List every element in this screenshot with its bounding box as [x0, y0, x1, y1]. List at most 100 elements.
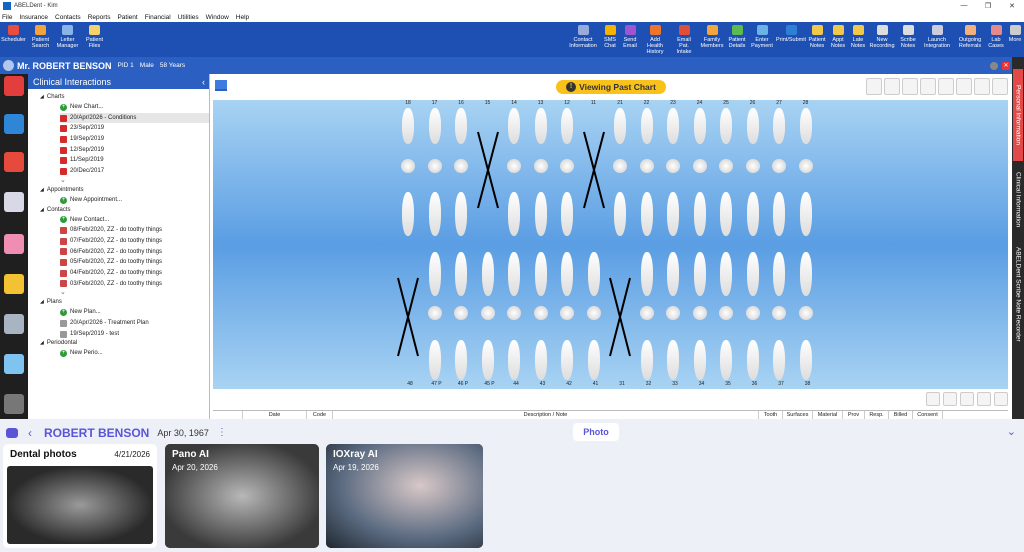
grid-col-resp[interactable]: Resp.	[865, 411, 889, 419]
expand-arrow-icon[interactable]: ◢	[40, 187, 44, 193]
lower-tooth-root[interactable]	[720, 252, 732, 296]
lower-tooth-crown[interactable]	[508, 340, 520, 380]
upper-tooth-crown[interactable]	[508, 108, 520, 144]
print-grid-icon[interactable]	[994, 392, 1008, 406]
grid-col-tooth[interactable]: Tooth	[759, 411, 783, 419]
lower-tooth-crown[interactable]	[428, 340, 441, 380]
lower-tooth-crown[interactable]	[693, 340, 706, 380]
lower-tooth-root[interactable]	[693, 252, 706, 296]
tree-item[interactable]: 23/Sep/2019	[60, 123, 209, 134]
upper-tooth-occlusal[interactable]	[427, 159, 442, 173]
upper-tooth-occlusal[interactable]	[613, 159, 627, 173]
upper-tooth-root[interactable]	[455, 192, 467, 236]
menu-help[interactable]: Help	[236, 14, 249, 21]
upper-tooth-crown[interactable]	[773, 108, 785, 144]
toolbar-print-submit-button[interactable]: Print/Submit	[776, 22, 806, 57]
lower-tooth-root[interactable]	[640, 252, 653, 296]
lower-tooth-occlusal[interactable]	[639, 306, 654, 320]
chart-mode-icon[interactable]	[215, 80, 227, 91]
tab-scribe-note-recorder[interactable]: ABELDent Scribe Note Recorder	[1013, 239, 1023, 349]
lower-tooth-occlusal[interactable]	[533, 306, 548, 320]
upper-tooth-crown[interactable]	[746, 108, 759, 144]
menu-contacts[interactable]: Contacts	[55, 14, 81, 21]
grid-col-date[interactable]: Date	[243, 411, 307, 419]
lower-tooth-occlusal[interactable]	[480, 306, 495, 320]
tooth-icon[interactable]	[4, 354, 24, 374]
report-3-icon[interactable]	[977, 392, 991, 406]
upper-tooth-root[interactable]	[614, 192, 626, 236]
tree-section-periodontal[interactable]: ◢ Periodontal	[40, 339, 209, 348]
lower-tooth-crown[interactable]	[720, 340, 732, 380]
lower-tooth-crown[interactable]	[667, 340, 679, 380]
lower-tooth-crown[interactable]	[455, 340, 467, 380]
toolbar-scribe-notes-button[interactable]: Scribe Notes	[896, 22, 920, 57]
lower-tooth-occlusal[interactable]	[560, 306, 574, 320]
upper-tooth-crown[interactable]	[667, 108, 679, 144]
grid-col-description-note[interactable]: Description / Note	[333, 411, 759, 419]
upper-tooth-crown[interactable]	[428, 108, 441, 144]
tree-item[interactable]: 08/Feb/2020, ZZ - do toothy things	[60, 225, 209, 236]
tree-section-charts[interactable]: ◢ Charts	[40, 93, 209, 102]
lower-tooth-crown[interactable]	[799, 340, 812, 380]
lower-tooth-occlusal[interactable]	[507, 306, 521, 320]
back-arrow-icon[interactable]: ‹	[28, 426, 32, 440]
upper-tooth-crown[interactable]	[455, 108, 467, 144]
report-1-icon[interactable]	[943, 392, 957, 406]
toolbar-letter-manager-button[interactable]: Letter Manager	[54, 22, 81, 57]
upper-tooth-occlusal[interactable]	[454, 159, 468, 173]
lower-tooth-occlusal[interactable]	[772, 306, 786, 320]
expand-arrow-icon[interactable]: ◢	[40, 94, 44, 100]
toolbar-outgoing-referrals-button[interactable]: Outgoing Referrals	[954, 22, 986, 57]
lower-tooth-occlusal[interactable]	[719, 306, 733, 320]
lower-tooth-occlusal[interactable]	[666, 306, 680, 320]
upper-tooth-occlusal[interactable]	[560, 159, 574, 173]
tree-item[interactable]: 12/Sep/2019	[60, 145, 209, 156]
card-pano-ai[interactable]: Pano AI Apr 20, 2026	[165, 444, 319, 548]
tab-personal-information[interactable]: Personal Information	[1013, 69, 1023, 161]
lower-tooth-root[interactable]	[561, 252, 573, 296]
chevron-down-icon[interactable]: ⌄	[1007, 425, 1016, 438]
tree-item[interactable]: 19/Sep/2019 - test	[60, 329, 209, 340]
tree-item[interactable]: 20/Apr/2026 - Conditions	[60, 112, 209, 124]
upper-tooth-occlusal[interactable]	[533, 159, 548, 173]
layout-1-icon[interactable]	[956, 78, 972, 95]
tree-item[interactable]: + New Chart...	[60, 102, 209, 113]
toolbar-sms-chat-button[interactable]: SMS Chat	[600, 22, 620, 57]
upper-tooth-root[interactable]	[428, 192, 441, 236]
export-icon[interactable]	[938, 78, 954, 95]
upper-tooth-root[interactable]	[402, 192, 414, 236]
tree-item[interactable]: 11/Sep/2019	[60, 155, 209, 166]
notes-icon[interactable]	[4, 274, 24, 294]
tree-item[interactable]: 06/Feb/2020, ZZ - do toothy things	[60, 247, 209, 258]
upper-tooth-occlusal[interactable]	[745, 159, 760, 173]
show-more-chevron-icon[interactable]: ⌄	[60, 289, 209, 298]
close-window-button[interactable]: ✕	[1000, 2, 1024, 10]
upper-tooth-crown[interactable]	[534, 108, 547, 144]
lower-tooth-crown[interactable]	[587, 340, 600, 380]
gear-icon[interactable]	[990, 61, 998, 70]
tree-item[interactable]: 04/Feb/2020, ZZ - do toothy things	[60, 268, 209, 279]
upper-tooth-crown[interactable]	[640, 108, 653, 144]
toolbar-email-pat-intake-button[interactable]: Email Pat. Intake	[670, 22, 698, 57]
upper-tooth-occlusal[interactable]	[798, 159, 813, 173]
toolbar-patient-notes-button[interactable]: Patient Notes	[806, 22, 828, 57]
lower-tooth-crown[interactable]	[773, 340, 785, 380]
upper-tooth-root[interactable]	[693, 192, 706, 236]
upper-tooth-occlusal[interactable]	[507, 159, 521, 173]
menu-utilities[interactable]: Utilities	[178, 14, 199, 21]
upper-tooth-crown[interactable]	[799, 108, 812, 144]
lower-tooth-root[interactable]	[773, 252, 785, 296]
lower-tooth-root[interactable]	[587, 252, 600, 296]
toolbar-send-email-button[interactable]: Send Email	[620, 22, 640, 57]
collapse-panel-button[interactable]: ‹	[202, 77, 205, 87]
layout-2-icon[interactable]	[974, 78, 990, 95]
grid-col-prov[interactable]: Prov	[843, 411, 865, 419]
upper-tooth-root[interactable]	[508, 192, 520, 236]
menu-reports[interactable]: Reports	[88, 14, 111, 21]
lower-tooth-root[interactable]	[746, 252, 759, 296]
tree-section-appointments[interactable]: ◢ Appointments	[40, 186, 209, 195]
expand-arrow-icon[interactable]: ◢	[40, 207, 44, 213]
tree-section-contacts[interactable]: ◢ Contacts	[40, 206, 209, 215]
upper-tooth-root[interactable]	[640, 192, 653, 236]
tree-item[interactable]: + New Perio...	[60, 348, 209, 359]
